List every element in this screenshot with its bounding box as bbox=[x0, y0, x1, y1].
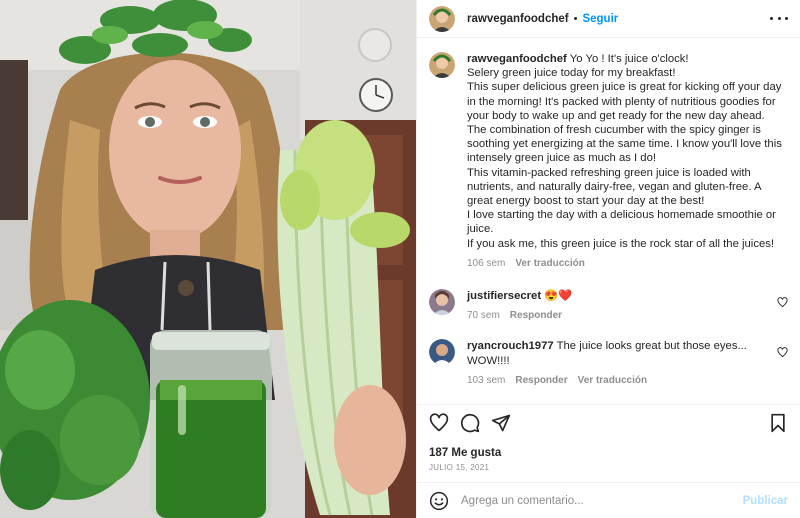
caption-line: If you ask me, this green juice is the r… bbox=[467, 237, 775, 250]
author-avatar[interactable] bbox=[429, 5, 455, 32]
caption-line: I love starting the day with a delicious… bbox=[467, 209, 776, 236]
caption-body: rawveganfoodchef Yo Yo ! It's juice o'cl… bbox=[467, 52, 788, 271]
commenter-avatar-image bbox=[429, 289, 455, 316]
emoji-icon[interactable] bbox=[429, 491, 449, 511]
comment-item: justifiersecret 😍❤️ 70 sem Responder bbox=[429, 289, 788, 323]
post-date[interactable]: JULIO 15, 2021 bbox=[417, 459, 800, 482]
caption-time[interactable]: 106 sem bbox=[467, 257, 505, 271]
comment-like-heart-icon[interactable] bbox=[777, 347, 788, 358]
caption-author-avatar[interactable] bbox=[429, 52, 455, 78]
add-comment-bar: Publicar bbox=[417, 482, 800, 518]
caption-line: Yo Yo ! It's juice o'clock! bbox=[569, 53, 689, 65]
post-photo[interactable] bbox=[0, 0, 416, 518]
author-avatar-image bbox=[429, 5, 455, 32]
comment-body: ryancrouch1977 The juice looks great but… bbox=[467, 339, 788, 388]
commenter-avatar-image bbox=[429, 339, 455, 366]
comment-translate-link[interactable]: Ver traducción bbox=[578, 374, 647, 388]
comment-body: justifiersecret 😍❤️ 70 sem Responder bbox=[467, 289, 788, 323]
commenter-avatar[interactable] bbox=[429, 339, 455, 366]
likes-count[interactable]: 187 Me gusta bbox=[417, 440, 800, 459]
comments-list[interactable]: rawveganfoodchef Yo Yo ! It's juice o'cl… bbox=[417, 38, 800, 404]
post-comment-button[interactable]: Publicar bbox=[743, 495, 788, 507]
caption-author-avatar-image bbox=[429, 52, 455, 78]
caption-line: This super delicious green juice is grea… bbox=[467, 81, 782, 122]
comment-reply-button[interactable]: Responder bbox=[515, 374, 567, 388]
instagram-post-view: rawveganfoodchef • Seguir rawveganfoodch… bbox=[0, 0, 800, 518]
comment-reply-button[interactable]: Responder bbox=[510, 309, 562, 323]
comment-username[interactable]: justifiersecret bbox=[467, 290, 541, 302]
caption-translate-link[interactable]: Ver traducción bbox=[515, 257, 584, 271]
comment-like-heart-icon[interactable] bbox=[777, 297, 788, 308]
comment-time[interactable]: 70 sem bbox=[467, 309, 500, 323]
author-username[interactable]: rawveganfoodchef bbox=[467, 13, 569, 25]
bookmark-icon[interactable] bbox=[768, 413, 788, 433]
follow-button[interactable]: Seguir bbox=[582, 13, 618, 25]
caption-username[interactable]: rawveganfoodchef bbox=[467, 53, 567, 65]
caption-meta: 106 sem Ver traducción bbox=[467, 257, 788, 271]
header-separator: • bbox=[573, 12, 578, 25]
more-options-icon[interactable] bbox=[770, 17, 788, 20]
caption-line: The combination of fresh cucumber with t… bbox=[467, 124, 782, 165]
comment-meta: 70 sem Responder bbox=[467, 309, 788, 323]
comment-text: 😍❤️ bbox=[544, 290, 573, 303]
heart-icon[interactable] bbox=[429, 412, 449, 433]
comment-username[interactable]: ryancrouch1977 bbox=[467, 340, 554, 352]
caption-line: This vitamin-packed refreshing green jui… bbox=[467, 166, 761, 208]
post-caption: rawveganfoodchef Yo Yo ! It's juice o'cl… bbox=[429, 52, 788, 271]
comment-meta: 103 sem Responder Ver traducción bbox=[467, 374, 788, 388]
caption-line: Selery green juice today for my breakfas… bbox=[467, 67, 676, 80]
comment-icon[interactable] bbox=[460, 413, 480, 433]
post-actions-bar bbox=[417, 404, 800, 440]
comment-time[interactable]: 103 sem bbox=[467, 374, 505, 388]
comment-item: ryancrouch1977 The juice looks great but… bbox=[429, 339, 788, 388]
commenter-avatar[interactable] bbox=[429, 289, 455, 316]
photo-illustration bbox=[0, 0, 416, 518]
post-details-panel: rawveganfoodchef • Seguir rawveganfoodch… bbox=[416, 0, 800, 518]
post-header: rawveganfoodchef • Seguir bbox=[417, 0, 800, 38]
share-icon[interactable] bbox=[491, 413, 511, 433]
comment-input[interactable] bbox=[461, 494, 743, 507]
